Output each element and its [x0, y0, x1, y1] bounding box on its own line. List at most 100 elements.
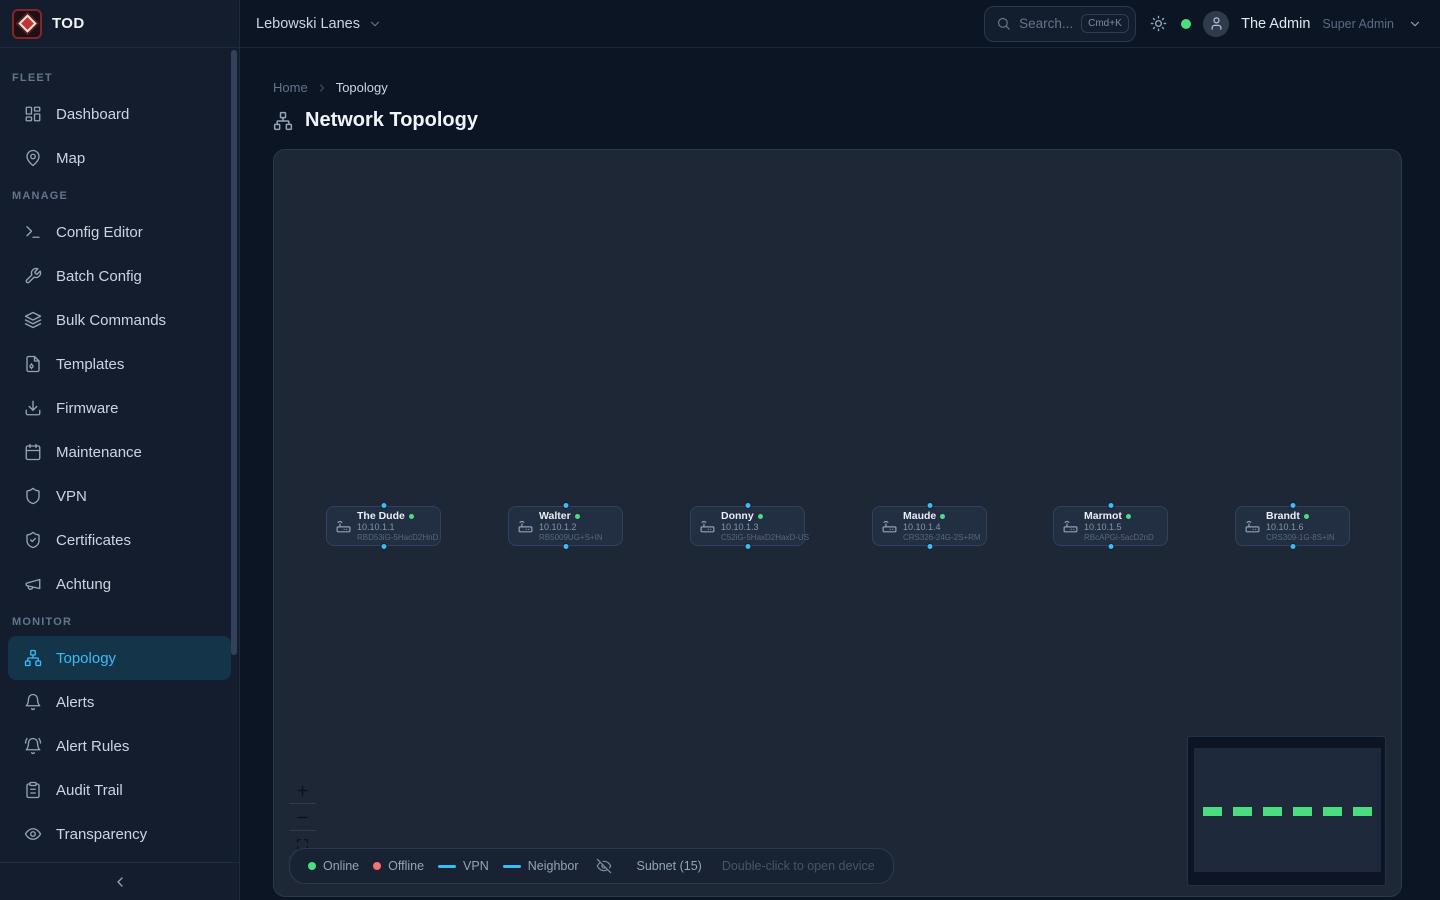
sidebar-item-config-editor[interactable]: Config Editor [8, 210, 231, 254]
sun-icon [1150, 15, 1167, 32]
sidebar-item-maintenance[interactable]: Maintenance [8, 430, 231, 474]
search-input[interactable]: Search... Cmd+K [984, 6, 1136, 42]
offline-dot [373, 862, 381, 870]
connection-status-dot [1181, 19, 1191, 29]
sidebar-item-label: Audit Trail [56, 782, 123, 799]
node-handle[interactable] [1289, 502, 1296, 509]
user-menu-button[interactable] [1406, 15, 1424, 33]
node-handle[interactable] [926, 502, 933, 509]
sidebar-item-templates[interactable]: Templates [8, 342, 231, 386]
sidebar-item-firmware[interactable]: Firmware [8, 386, 231, 430]
node-handle[interactable] [744, 502, 751, 509]
minimap-node [1293, 807, 1312, 816]
legend-online: Online [308, 859, 359, 873]
node-ip: 10.10.1.4 [903, 522, 978, 532]
node-handle[interactable] [926, 543, 933, 550]
node-handle[interactable] [744, 543, 751, 550]
eye-off-icon [596, 858, 612, 874]
node-handle[interactable] [562, 543, 569, 550]
breadcrumb-current: Topology [336, 80, 388, 95]
subnet-visibility-toggle[interactable] [596, 858, 612, 874]
sidebar-item-alert-rules[interactable]: Alert Rules [8, 724, 231, 768]
app-root: TOD FLEET Dashboard Map MANAGE [0, 0, 1440, 900]
sidebar-item-dashboard[interactable]: Dashboard [8, 92, 231, 136]
node-handle[interactable] [1107, 543, 1114, 550]
node-name: The Dude [357, 510, 405, 522]
theme-toggle-button[interactable] [1148, 13, 1169, 34]
legend-offline: Offline [373, 859, 424, 873]
device-node-donny[interactable]: Donny 10.10.1.3 C52iG-5HaxD2HaxD-US [690, 506, 805, 546]
device-node-the-dude[interactable]: The Dude 10.10.1.1 RBD53iG-5HacD2HnD [326, 506, 441, 546]
topology-canvas[interactable]: The Dude 10.10.1.1 RBD53iG-5HacD2HnD Wal… [273, 149, 1402, 897]
sidebar-item-label: Alert Rules [56, 738, 129, 755]
user-icon [1209, 16, 1224, 31]
user-name: The Admin [1241, 16, 1310, 32]
sidebar-item-certificates[interactable]: Certificates [8, 518, 231, 562]
legend-neighbor: Neighbor [503, 859, 579, 873]
zoom-out-button[interactable] [289, 804, 316, 831]
minimap-node [1353, 807, 1372, 816]
dashboard-icon [24, 105, 42, 123]
sidebar-item-label: Certificates [56, 532, 131, 549]
device-node-maude[interactable]: Maude 10.10.1.4 CRS326-24G-2S+RM [872, 506, 987, 546]
sidebar-item-map[interactable]: Map [8, 136, 231, 180]
eye-icon [24, 825, 42, 843]
sidebar-item-achtung[interactable]: Achtung [8, 562, 231, 606]
minimap-node [1203, 807, 1222, 816]
sidebar-item-vpn[interactable]: VPN [8, 474, 231, 518]
node-handle[interactable] [1107, 502, 1114, 509]
file-cog-icon [24, 355, 42, 373]
online-status-dot [1126, 514, 1131, 519]
node-model: RBcAPGi-5acD2nD [1084, 533, 1154, 542]
map-pin-icon [24, 149, 42, 167]
sidebar-item-label: Firmware [56, 400, 119, 417]
online-status-dot [758, 514, 763, 519]
router-icon [1244, 518, 1261, 535]
router-icon [335, 518, 352, 535]
node-handle[interactable] [380, 543, 387, 550]
sidebar-item-alerts[interactable]: Alerts [8, 680, 231, 724]
brand-header: TOD [0, 0, 239, 48]
avatar[interactable] [1203, 11, 1229, 37]
node-handle[interactable] [562, 502, 569, 509]
device-node-walter[interactable]: Walter 10.10.1.2 RB5009UG+S+IN [508, 506, 623, 546]
page-title: Network Topology [305, 109, 478, 132]
sidebar-item-topology[interactable]: Topology [8, 636, 231, 680]
node-ip: 10.10.1.2 [539, 522, 603, 532]
node-name: Walter [539, 510, 571, 522]
main-column: Lebowski Lanes Search... Cmd+K [240, 0, 1440, 900]
device-node-brandt[interactable]: Brandt 10.10.1.6 CRS309-1G-8S+IN [1235, 506, 1350, 546]
legend-vpn: VPN [438, 859, 489, 873]
node-model: CRS309-1G-8S+IN [1266, 533, 1335, 542]
device-node-marmot[interactable]: Marmot 10.10.1.5 RBcAPGi-5acD2nD [1053, 506, 1168, 546]
minimap[interactable] [1187, 736, 1386, 886]
sidebar-item-transparency[interactable]: Transparency [8, 812, 231, 856]
calendar-icon [24, 443, 42, 461]
router-icon [881, 518, 898, 535]
sidebar-scrollbar[interactable] [231, 50, 237, 655]
sidebar-collapse-button[interactable] [0, 862, 239, 900]
download-icon [24, 399, 42, 417]
chevron-down-icon [368, 17, 382, 31]
sidebar-item-audit-trail[interactable]: Audit Trail [8, 768, 231, 812]
sidebar-item-bulk-commands[interactable]: Bulk Commands [8, 298, 231, 342]
node-handle[interactable] [1289, 543, 1296, 550]
router-icon [517, 518, 534, 535]
node-handle[interactable] [380, 502, 387, 509]
org-switcher[interactable]: Lebowski Lanes [256, 16, 382, 32]
node-model: CRS326-24G-2S+RM [903, 533, 978, 542]
sidebar-item-batch-config[interactable]: Batch Config [8, 254, 231, 298]
node-name: Donny [721, 510, 754, 522]
sidebar-item-label: Templates [56, 356, 124, 373]
search-icon [996, 16, 1011, 31]
sidebar-item-label: Maintenance [56, 444, 142, 461]
node-ip: 10.10.1.5 [1084, 522, 1154, 532]
zoom-in-button[interactable] [289, 777, 316, 804]
node-name: Brandt [1266, 510, 1300, 522]
sidebar-item-label: Alerts [56, 694, 94, 711]
breadcrumb-home-link[interactable]: Home [273, 80, 308, 95]
legend-subnet-count: Subnet (15) [636, 859, 701, 873]
wrench-icon [24, 267, 42, 285]
search-shortcut-badge: Cmd+K [1081, 14, 1129, 33]
legend-hint: Double-click to open device [722, 859, 875, 873]
